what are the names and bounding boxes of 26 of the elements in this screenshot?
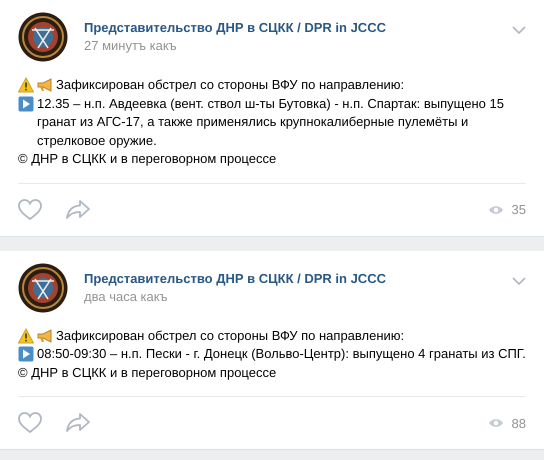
view-count: 35 <box>512 202 526 217</box>
chevron-down-icon[interactable] <box>512 276 526 284</box>
emblem-icon <box>18 12 68 62</box>
megaphone-icon <box>37 77 53 93</box>
heart-icon[interactable] <box>18 198 42 220</box>
megaphone-icon <box>37 328 53 344</box>
play-icon <box>18 346 34 362</box>
eye-icon <box>488 204 504 214</box>
post-text: 08:50-09:30 – н.п. Пески - г. Донецк (Вольво-Центр): выпущено 4 гранаты из СПГ. <box>37 345 526 363</box>
author-name[interactable]: Представительство ДНР в СЦКК / DPR in JCCC <box>84 20 496 35</box>
author-name[interactable]: Представительство ДНР в СЦКК / DPR in JCCC <box>84 270 496 286</box>
warning-icon <box>18 77 34 93</box>
view-count: 88 <box>512 416 526 430</box>
post-text: © ДНР в СЦКК и в переговорном процессе <box>18 364 276 382</box>
eye-icon <box>488 418 504 428</box>
chevron-down-icon[interactable] <box>512 26 526 34</box>
post-text: Зафиксирован обстрел со стороны ВФУ по направлению: <box>56 326 404 345</box>
warning-icon <box>18 328 34 344</box>
post-text: © ДНР в СЦКК и в переговорном процессе <box>18 150 276 168</box>
post-text: Зафиксирован обстрел со стороны ВФУ по направлению: <box>56 76 404 94</box>
emblem-icon <box>18 262 68 312</box>
play-icon <box>18 96 34 112</box>
heart-icon[interactable] <box>18 412 42 434</box>
post-text: 12.35 – н.п. Авдеевка (вент. ствол ш-ты Бутовка) - н.п. Спартак: выпущено 15 гранат из АГС-17, а также применялись крупнокалиберные пулемёты и стрелковое оружие. <box>37 94 505 150</box>
share-icon[interactable] <box>66 200 90 220</box>
share-icon[interactable] <box>66 413 90 433</box>
